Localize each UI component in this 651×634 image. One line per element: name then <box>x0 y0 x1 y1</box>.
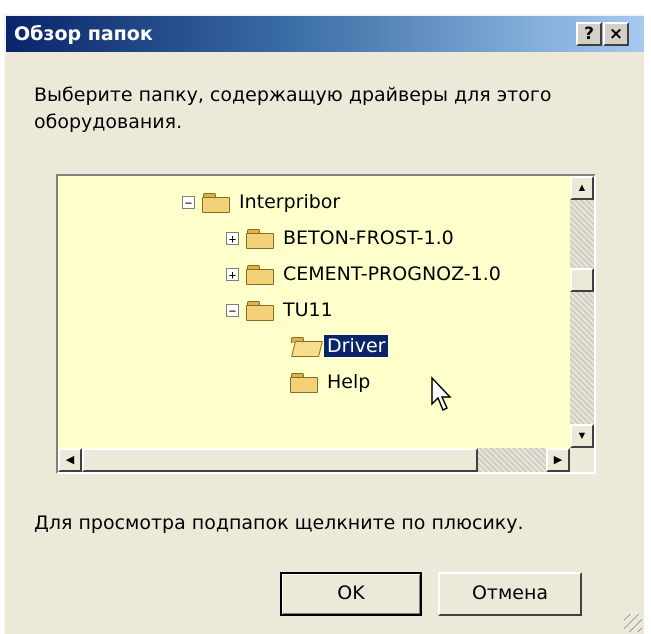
folder-tree-view: − Interpribor + BETON-FROST-1.0 + CEMENT… <box>58 176 570 448</box>
horizontal-scroll-thumb[interactable] <box>82 448 478 472</box>
tree-node-interpribor[interactable]: − Interpribor <box>182 188 343 216</box>
folder-icon <box>246 228 274 249</box>
resize-grip-icon[interactable] <box>624 614 642 632</box>
instruction-text: Выберите папку, содержащую драйверы для … <box>34 84 552 133</box>
mouse-cursor-icon <box>431 376 452 412</box>
vertical-scrollbar[interactable]: ▲ ▼ <box>570 176 594 448</box>
vertical-scroll-thumb[interactable] <box>570 268 594 292</box>
tree-node-driver[interactable]: Driver <box>290 332 390 360</box>
tree-node-beton-frost[interactable]: + BETON-FROST-1.0 <box>226 224 457 252</box>
expand-icon[interactable]: + <box>226 231 239 245</box>
folder-tree[interactable]: − Interpribor + BETON-FROST-1.0 + CEMENT… <box>56 174 596 474</box>
horizontal-scrollbar[interactable]: ◀ ▶ <box>58 448 570 472</box>
tree-node-label[interactable]: Interpribor <box>236 191 343 213</box>
scrollbar-corner <box>570 448 594 472</box>
dialog-title: Обзор папок <box>14 23 153 45</box>
tree-node-label[interactable]: TU11 <box>280 299 336 321</box>
browse-folders-dialog: Обзор папок ? × Выберите папку, содержащ… <box>4 14 644 634</box>
tree-node-tu11[interactable]: − TU11 <box>226 296 336 324</box>
close-button[interactable]: × <box>603 22 629 46</box>
folder-icon <box>202 192 230 213</box>
open-folder-icon <box>290 336 323 357</box>
scroll-down-button[interactable]: ▼ <box>570 424 594 448</box>
tree-node-cement-prognoz[interactable]: + CEMENT-PROGNOZ-1.0 <box>226 260 504 288</box>
tree-node-label-selected[interactable]: Driver <box>322 334 390 358</box>
collapse-icon[interactable]: − <box>182 195 195 209</box>
scroll-right-button[interactable]: ▶ <box>546 448 570 472</box>
tree-node-label[interactable]: Help <box>324 371 373 393</box>
scroll-left-button[interactable]: ◀ <box>58 448 82 472</box>
title-bar[interactable]: Обзор папок ? × <box>6 16 644 52</box>
tree-node-label[interactable]: CEMENT-PROGNOZ-1.0 <box>280 263 504 285</box>
help-button[interactable]: ? <box>576 22 602 46</box>
folder-icon <box>290 372 318 393</box>
collapse-icon[interactable]: − <box>226 303 239 317</box>
expand-icon[interactable]: + <box>226 267 239 281</box>
tree-node-help[interactable]: Help <box>290 368 373 396</box>
cancel-button[interactable]: Отмена <box>438 572 582 616</box>
tree-node-label[interactable]: BETON-FROST-1.0 <box>280 227 457 249</box>
folder-icon <box>246 300 274 321</box>
scroll-up-button[interactable]: ▲ <box>570 176 594 200</box>
hint-text: Для просмотра подпапок щелкните по плюси… <box>34 512 524 534</box>
folder-icon <box>246 264 274 285</box>
ok-button[interactable]: OK <box>280 572 422 616</box>
